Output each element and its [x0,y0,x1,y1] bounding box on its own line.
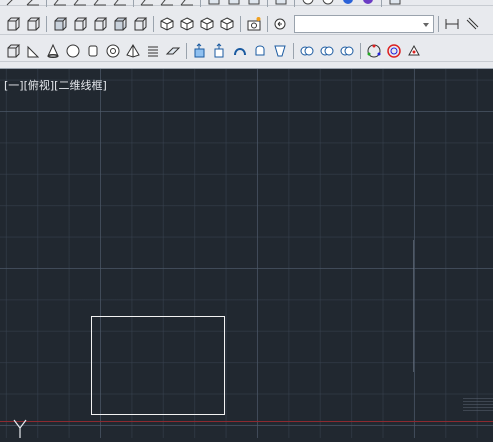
view-nw-iso-icon[interactable] [218,15,236,33]
extrude-icon[interactable] [191,42,209,60]
planar-surface-icon[interactable] [164,42,182,60]
render-icon[interactable] [299,0,317,8]
toolbar-row-3 [0,40,493,62]
separator [294,0,295,7]
separator [186,42,187,59]
intersect-icon[interactable] [338,42,356,60]
separator [240,15,241,32]
separator [438,15,439,32]
separator [267,0,268,7]
separator [200,0,201,7]
dimension-diameter-icon[interactable] [138,0,156,8]
view-sw-iso-icon[interactable] [158,15,176,33]
rectangle-entity[interactable] [91,316,225,415]
cylinder-icon[interactable] [84,42,102,60]
separator [46,0,47,7]
helix-icon[interactable] [144,42,162,60]
box-left-icon[interactable] [51,15,69,33]
sphere-blue-icon[interactable] [339,0,357,8]
viewcube-edge [463,398,493,412]
x-axis-line [0,421,493,422]
toolbar-area [0,0,493,69]
dimension-angular-icon[interactable] [51,0,69,8]
polysolid-icon[interactable] [4,42,22,60]
presspull-icon[interactable] [211,42,229,60]
dimension-continue-icon[interactable] [178,0,196,8]
drawing-viewport[interactable] [0,69,493,438]
sphere-purple-icon[interactable] [359,0,377,8]
subtract-icon[interactable] [318,42,336,60]
separator [293,42,294,59]
separator [360,42,361,59]
viewport-label[interactable]: [一][俯视][二维线框] [4,77,107,93]
dimension-baseline-icon[interactable] [158,0,176,8]
3d-align-icon[interactable] [405,42,423,60]
ucs-icon [12,418,28,438]
box-front-icon[interactable] [24,15,42,33]
loft-icon[interactable] [271,42,289,60]
separator [153,15,154,32]
dimension-aligned-diag-icon[interactable] [463,15,481,33]
toolbar-row-2 [0,13,493,35]
material-icon[interactable] [319,0,337,8]
separator [133,0,134,7]
box-right-icon[interactable] [71,15,89,33]
cone-icon[interactable] [44,42,62,60]
layer-states-icon[interactable] [386,0,404,8]
wedge-icon[interactable] [24,42,42,60]
toolbar-row-1 [0,0,493,8]
box-top-icon[interactable] [91,15,109,33]
pyramid-icon[interactable] [124,42,142,60]
chevron-down-icon [423,22,429,27]
camera-icon[interactable] [245,15,263,33]
dimension-linear-h-icon[interactable] [443,15,461,33]
sphere-icon[interactable] [64,42,82,60]
import-icon[interactable] [225,0,243,8]
separator [46,15,47,32]
box-icon[interactable] [4,15,22,33]
dimension-linear-icon[interactable] [4,0,22,8]
grid-line-highlight [413,240,414,372]
sweep-icon[interactable] [231,42,249,60]
view-se-iso-icon[interactable] [178,15,196,33]
edit-icon[interactable] [272,0,290,8]
dimension-arc-icon[interactable] [71,0,89,8]
layer-previous-icon[interactable] [272,15,290,33]
layer-dropdown[interactable] [294,14,434,33]
union-icon[interactable] [298,42,316,60]
export-icon[interactable] [205,0,223,8]
dimension-ordinate-icon[interactable] [91,0,109,8]
box-back-icon[interactable] [131,15,149,33]
dimension-radius-icon[interactable] [111,0,129,8]
dimension-aligned-icon[interactable] [24,0,42,8]
publish-icon[interactable] [245,0,263,8]
box-bottom-icon[interactable] [111,15,129,33]
3d-move-icon[interactable] [365,42,383,60]
revolve-icon[interactable] [251,42,269,60]
separator [267,15,268,32]
3d-rotate-icon[interactable] [385,42,403,60]
torus-icon[interactable] [104,42,122,60]
separator [381,0,382,7]
view-ne-iso-icon[interactable] [198,15,216,33]
